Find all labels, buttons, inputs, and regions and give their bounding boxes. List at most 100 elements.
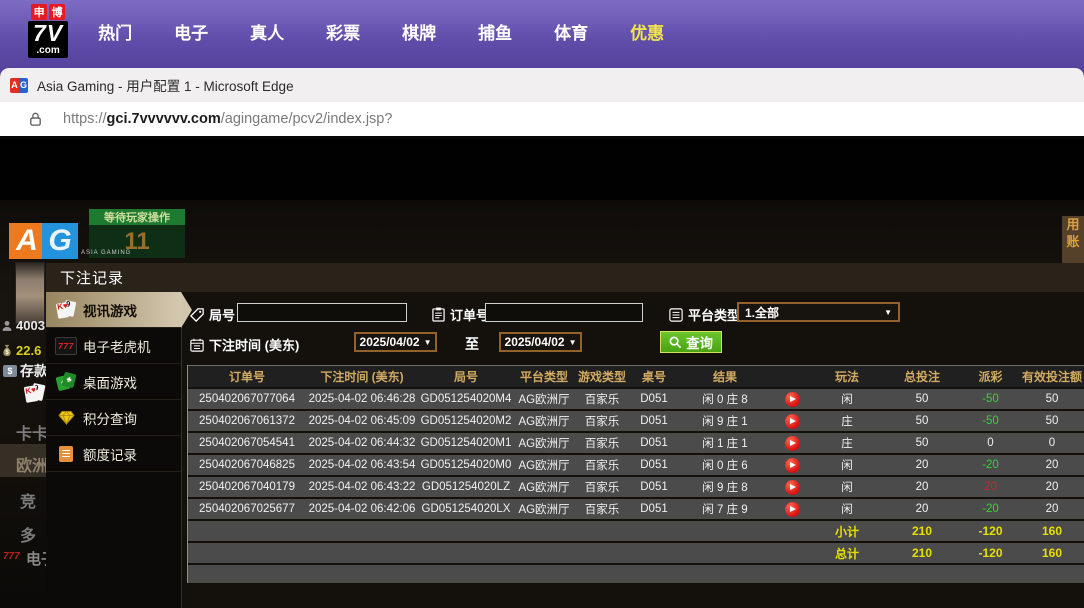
cell-payout: -50 [962, 393, 1019, 405]
replay-button[interactable] [785, 392, 800, 407]
header-order-id: 订单号 [188, 368, 306, 385]
header-total-bet: 总投注 [882, 368, 962, 385]
cell-order-id: 250402067077064 [188, 393, 306, 405]
platform-type-label: 平台类型 [669, 305, 740, 324]
replay-button[interactable] [785, 480, 800, 495]
cell-order-id: 250402067061372 [188, 415, 306, 427]
replay-button[interactable] [785, 458, 800, 473]
table-row: 250402067046825 2025-04-02 06:43:54 GD05… [188, 455, 1084, 475]
order-number-label: 订单号 [432, 305, 489, 324]
status-banner: 等待玩家操作 [89, 209, 185, 225]
cell-payout: 20 [962, 481, 1019, 493]
tag-icon [190, 308, 204, 322]
cell-game-type: 百家乐 [574, 413, 630, 429]
modal-title: 下注记录 [46, 263, 1084, 292]
dollar-icon: $ [3, 365, 17, 377]
ag-caption: ASIA GAMING [81, 250, 131, 256]
logo-char-1: 申 [31, 4, 47, 20]
sidebar-item-slots[interactable]: 777 电子老虎机 [46, 328, 181, 364]
cell-bet-time: 2025-04-02 06:46:28 [306, 393, 418, 405]
nav-item-sports[interactable]: 体育 [554, 19, 588, 44]
summary-total-bet: 210 [882, 546, 962, 560]
search-button[interactable]: 查询 [660, 331, 722, 353]
cell-total-bet: 20 [882, 459, 962, 471]
sidebar-item-table-games[interactable]: ♦♣ 桌面游戏 [46, 364, 181, 400]
cell-order-id: 250402067054541 [188, 437, 306, 449]
nav-item-fishing[interactable]: 捕鱼 [478, 19, 512, 44]
cell-round-id: GD051254020M2 [418, 415, 514, 427]
bg-label-kaka: 卡卡 [16, 420, 48, 444]
sidebar-item-quota-records[interactable]: 额度记录 [46, 436, 181, 472]
balance-stat: $ 22.6 [1, 343, 41, 358]
clipboard-icon [432, 307, 445, 322]
site-menu: 热门 电子 真人 彩票 棋牌 捕鱼 体育 优惠 [98, 19, 664, 44]
cell-play: 庄 [812, 413, 882, 429]
replay-button[interactable] [785, 436, 800, 451]
video-games-cards-icon: 9 K♥ [25, 384, 46, 404]
site-logo[interactable]: 申 博 7V .com [28, 4, 68, 58]
date-from-select[interactable]: 2025/04/02 ▼ [354, 332, 437, 352]
summary-row: 总计 210 -120 160 [188, 543, 1084, 563]
round-number-label: 局号 [190, 305, 235, 324]
browser-titlebar: AG Asia Gaming - 用户配置 1 - Microsoft Edge [0, 68, 1084, 102]
header-table-id: 桌号 [630, 368, 678, 385]
sidebar-item-points-query[interactable]: 积分查询 [46, 400, 181, 436]
ag-favicon: AG [10, 78, 28, 93]
chevron-down-icon: ▼ [424, 338, 432, 347]
nav-item-promo[interactable]: 优惠 [630, 19, 664, 44]
sidebar-item-video-games[interactable]: 9K♥ 视讯游戏 [46, 292, 181, 328]
order-number-input[interactable] [485, 303, 643, 322]
nav-item-hot[interactable]: 热门 [98, 19, 132, 44]
cell-platform: AG欧洲厅 [514, 457, 574, 473]
url-domain: gci.7vvvvvv.com [107, 111, 221, 127]
cell-round-id: GD051254020LX [418, 503, 514, 515]
nav-item-live[interactable]: 真人 [250, 19, 284, 44]
replay-button[interactable] [785, 502, 800, 517]
cell-replay [772, 480, 812, 495]
cell-result: 闲 9 庄 1 [678, 413, 772, 429]
cell-round-id: GD051254020LZ [418, 481, 514, 493]
cell-valid-bet: 50 [1019, 393, 1084, 405]
nav-item-lottery[interactable]: 彩票 [326, 19, 360, 44]
betting-records-modal: 下注记录 9K♥ 视讯游戏 777 电子老虎机 ♦♣ 桌面游戏 [46, 263, 1084, 608]
browser-urlbar: https://gci.7vvvvvv.com/agingame/pcv2/in… [0, 102, 1084, 139]
table-row: 250402067025677 2025-04-02 06:42:06 GD05… [188, 499, 1084, 519]
cell-bet-time: 2025-04-02 06:45:09 [306, 415, 418, 427]
round-number-input[interactable] [237, 303, 407, 322]
cell-play: 庄 [812, 435, 882, 451]
table-row: 250402067054541 2025-04-02 06:44:32 GD05… [188, 433, 1084, 453]
cell-result: 闲 0 庄 6 [678, 457, 772, 473]
cell-table-id: D051 [630, 481, 678, 493]
logo-suffix: .com [33, 46, 63, 56]
lock-icon[interactable] [28, 111, 43, 127]
header-round-id: 局号 [418, 368, 514, 385]
cell-table-id: D051 [630, 459, 678, 471]
right-edge-menu: 用 账 [1062, 216, 1084, 266]
cell-table-id: D051 [630, 503, 678, 515]
table-row: 250402067040179 2025-04-02 06:43:22 GD05… [188, 477, 1084, 497]
cell-round-id: GD051254020M0 [418, 459, 514, 471]
summary-payout: -120 [962, 546, 1019, 560]
platform-type-select[interactable]: 1.全部 ▼ [737, 302, 900, 322]
summary-valid-bet: 160 [1019, 546, 1084, 560]
date-to-select[interactable]: 2025/04/02 ▼ [499, 332, 582, 352]
url-field[interactable]: https://gci.7vvvvvv.com/agingame/pcv2/in… [63, 111, 392, 127]
nav-item-electronic[interactable]: 电子 [174, 19, 208, 44]
cell-replay [772, 414, 812, 429]
slot-777-mini-icon: 777 [3, 551, 20, 562]
summary-row: 小计 210 -120 160 [188, 521, 1084, 541]
modal-sidebar: 9K♥ 视讯游戏 777 电子老虎机 ♦♣ 桌面游戏 [46, 292, 182, 608]
logo-char-2: 博 [49, 4, 65, 20]
cell-bet-time: 2025-04-02 06:42:06 [306, 503, 418, 515]
url-scheme: https:// [63, 111, 107, 127]
header-valid-bet: 有效投注额 [1019, 368, 1084, 385]
cell-total-bet: 20 [882, 503, 962, 515]
header-game-type: 游戏类型 [574, 368, 630, 385]
summary-label: 总计 [812, 545, 882, 562]
replay-button[interactable] [785, 414, 800, 429]
window-title: Asia Gaming - 用户配置 1 - Microsoft Edge [37, 75, 294, 95]
table-row: 250402067061372 2025-04-02 06:45:09 GD05… [188, 411, 1084, 431]
nav-item-chess[interactable]: 棋牌 [402, 19, 436, 44]
summary-total-bet: 210 [882, 524, 962, 538]
empty-table-row [188, 565, 1084, 583]
